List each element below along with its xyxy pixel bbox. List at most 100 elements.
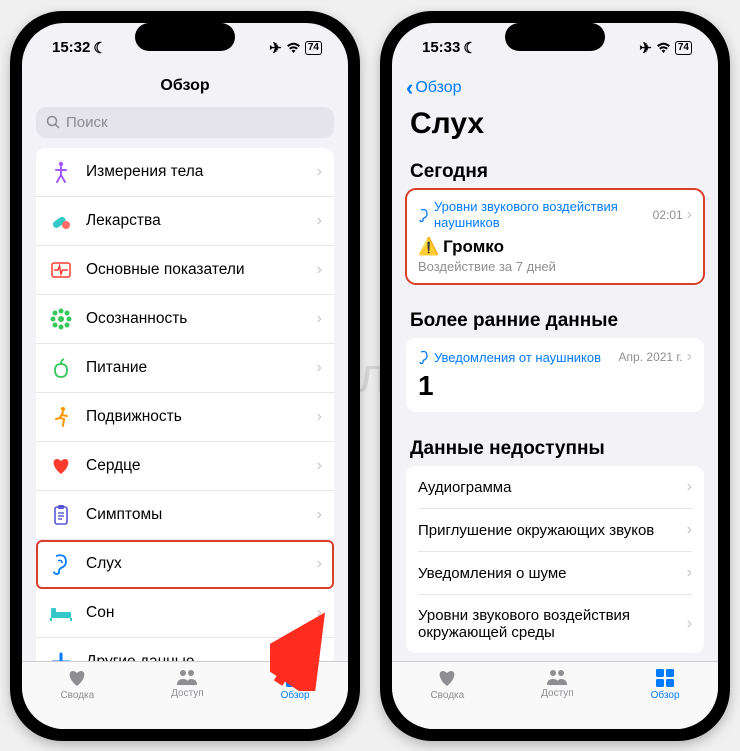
section-today: Сегодня — [392, 151, 718, 189]
chevron-right-icon: › — [317, 653, 322, 661]
chevron-right-icon: › — [317, 310, 322, 328]
category-row-pills[interactable]: Лекарства› — [36, 197, 334, 246]
warning-icon: ⚠️ — [418, 237, 439, 257]
chevron-right-icon: › — [317, 457, 322, 475]
heart-icon — [436, 668, 458, 688]
unavailable-item[interactable]: Приглушение окружающих звуков› — [418, 509, 692, 552]
nav-title: Обзор — [22, 73, 348, 103]
page-title: Слух — [392, 101, 718, 151]
category-row-hearing[interactable]: Слух› — [36, 540, 334, 589]
category-row-mind[interactable]: Осознанность› — [36, 295, 334, 344]
nutrition-icon — [48, 355, 74, 381]
card-timestamp: Апр. 2021 г. — [619, 350, 683, 364]
moon-icon: ☾ — [463, 39, 476, 57]
section-earlier: Более ранние данные — [392, 300, 718, 338]
category-label: Основные показатели — [86, 261, 317, 279]
category-row-mobility[interactable]: Подвижность› — [36, 393, 334, 442]
section-unavailable: Данные недоступны — [392, 428, 718, 466]
category-label: Подвижность — [86, 408, 317, 426]
earlier-card[interactable]: Уведомления от наушников Апр. 2021 г. › … — [406, 338, 704, 412]
chevron-right-icon: › — [317, 261, 322, 279]
back-label: Обзор — [415, 79, 461, 97]
chevron-right-icon: › — [687, 478, 692, 496]
today-card[interactable]: Уровни звукового воздействия наушников 0… — [406, 189, 704, 285]
tab-grid[interactable]: Обзор — [281, 668, 310, 729]
chevron-right-icon: › — [317, 212, 322, 230]
chevron-right-icon: › — [317, 359, 322, 377]
tab-label: Сводка — [430, 690, 464, 701]
card-timestamp: 02:01 — [653, 208, 683, 222]
heart-icon — [48, 453, 74, 479]
dynamic-island — [505, 23, 605, 51]
card-title: Уведомления от наушников — [434, 350, 601, 365]
chevron-right-icon: › — [317, 163, 322, 181]
ear-icon — [418, 208, 430, 222]
chevron-right-icon: › — [317, 506, 322, 524]
body-icon — [48, 159, 74, 185]
pills-icon — [48, 208, 74, 234]
wifi-icon — [286, 42, 301, 53]
tab-people[interactable]: Доступ — [171, 668, 204, 729]
grid-icon — [655, 668, 675, 688]
unavailable-item[interactable]: Уведомления о шуме› — [418, 552, 692, 595]
airplane-icon: ✈ — [639, 39, 652, 57]
mobility-icon — [48, 404, 74, 430]
tab-label: Доступ — [171, 688, 204, 699]
tab-bar: Сводка Доступ Обзор — [392, 661, 718, 729]
item-label: Уровни звукового воздействия окружающей … — [418, 607, 687, 641]
status-time: 15:32 — [52, 39, 90, 56]
battery-icon: 74 — [305, 41, 322, 55]
vitals-icon — [48, 257, 74, 283]
category-row-sleep[interactable]: Сон› — [36, 589, 334, 638]
category-list: Измерения тела›Лекарства›Основные показа… — [36, 148, 334, 661]
category-row-other[interactable]: Другие данные› — [36, 638, 334, 661]
chevron-right-icon: › — [317, 555, 322, 573]
tab-label: Обзор — [651, 690, 680, 701]
tab-heart[interactable]: Сводка — [60, 668, 94, 729]
category-row-symptoms[interactable]: Симптомы› — [36, 491, 334, 540]
card-subtitle: Воздействие за 7 дней — [418, 259, 692, 274]
tab-label: Обзор — [281, 690, 310, 701]
chevron-right-icon: › — [317, 408, 322, 426]
category-label: Симптомы — [86, 506, 317, 524]
category-label: Другие данные — [86, 653, 317, 661]
phone-left: 15:32 ☾ ✈ 74 Обзор Поиск Измерения тела›… — [10, 11, 360, 741]
heart-icon — [66, 668, 88, 688]
category-label: Сон — [86, 604, 317, 622]
category-row-body[interactable]: Измерения тела› — [36, 148, 334, 197]
search-placeholder: Поиск — [66, 114, 108, 131]
mind-icon — [48, 306, 74, 332]
search-input[interactable]: Поиск — [36, 107, 334, 138]
category-label: Осознанность — [86, 310, 317, 328]
unavailable-item[interactable]: Аудиограмма› — [418, 466, 692, 509]
tab-people[interactable]: Доступ — [541, 668, 574, 729]
dynamic-island — [135, 23, 235, 51]
chevron-right-icon: › — [317, 604, 322, 622]
chevron-right-icon: › — [687, 564, 692, 582]
people-icon — [545, 668, 569, 686]
category-row-nutrition[interactable]: Питание› — [36, 344, 334, 393]
battery-icon: 74 — [675, 41, 692, 55]
category-row-heart[interactable]: Сердце› — [36, 442, 334, 491]
unavailable-item[interactable]: Уровни звукового воздействия окружающей … — [418, 595, 692, 653]
card-title: Уровни звукового воздействия наушников — [434, 199, 653, 232]
back-button[interactable]: ‹ Обзор — [406, 75, 462, 101]
tab-bar: Сводка Доступ Обзор — [22, 661, 348, 729]
item-label: Уведомления о шуме — [418, 565, 687, 582]
chevron-right-icon: › — [687, 348, 692, 366]
tab-grid[interactable]: Обзор — [651, 668, 680, 729]
chevron-right-icon: › — [687, 206, 692, 224]
tab-label: Сводка — [60, 690, 94, 701]
item-label: Приглушение окружающих звуков — [418, 522, 687, 539]
status-time: 15:33 — [422, 39, 460, 56]
category-label: Питание — [86, 359, 317, 377]
category-label: Слух — [86, 555, 317, 573]
tab-label: Доступ — [541, 688, 574, 699]
ear-icon — [418, 350, 430, 364]
grid-icon — [285, 668, 305, 688]
symptoms-icon — [48, 502, 74, 528]
category-row-vitals[interactable]: Основные показатели› — [36, 246, 334, 295]
other-icon — [48, 649, 74, 661]
category-label: Лекарства — [86, 212, 317, 230]
tab-heart[interactable]: Сводка — [430, 668, 464, 729]
